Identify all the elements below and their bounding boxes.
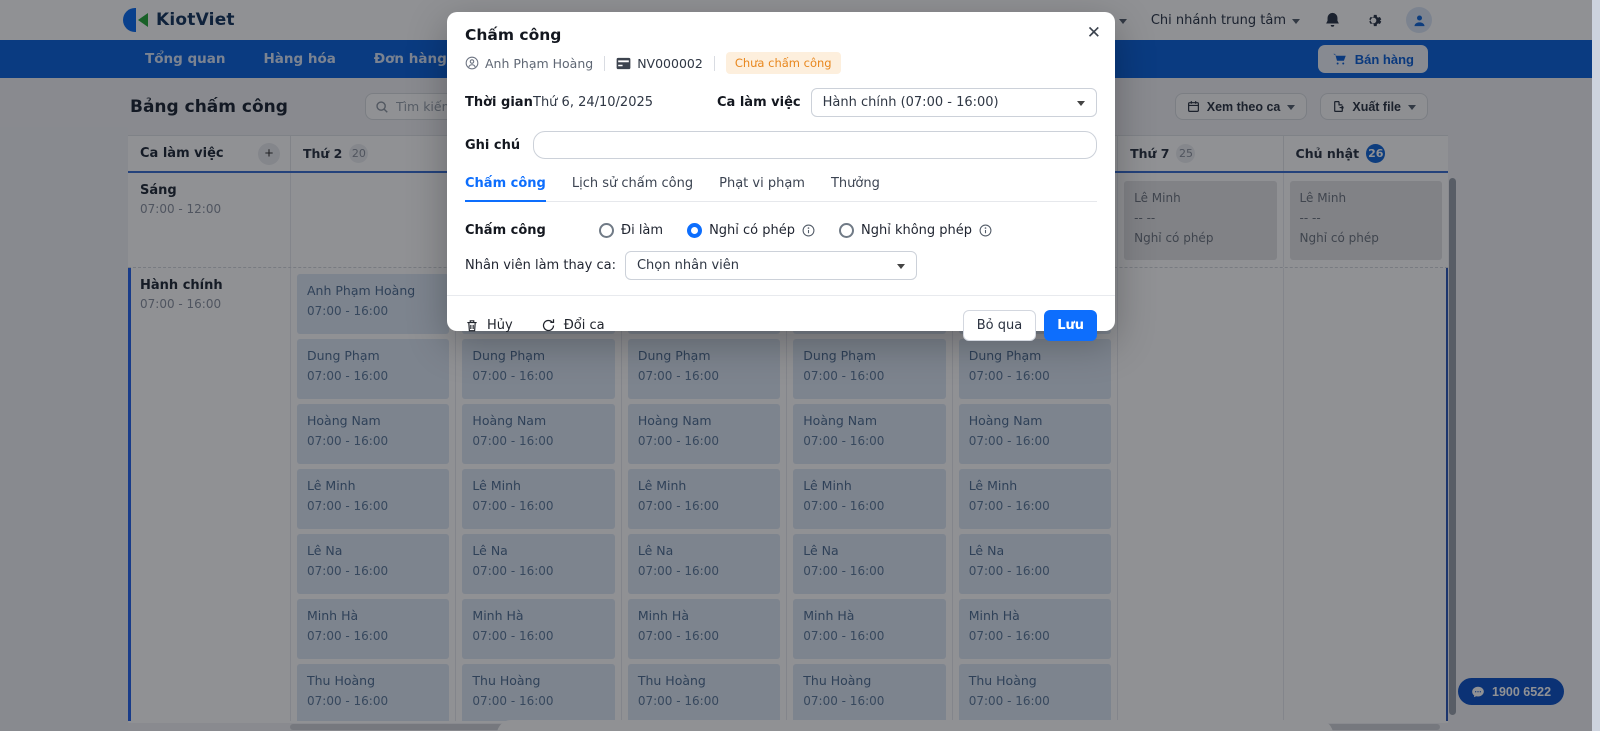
tab-thưởng[interactable]: Thưởng xyxy=(831,176,880,202)
person-icon xyxy=(465,56,479,70)
note-label: Ghi chú xyxy=(465,137,521,153)
save-button[interactable]: Lưu xyxy=(1044,309,1097,341)
info-icon xyxy=(802,224,815,237)
employee-code: NV000002 xyxy=(637,55,703,71)
substitute-select-value: Chọn nhân viên xyxy=(636,258,739,273)
close-icon[interactable]: ✕ xyxy=(1087,24,1101,41)
status-badge: Chưa chấm công xyxy=(725,52,841,74)
shift-select[interactable]: Hành chính (07:00 - 16:00) xyxy=(810,88,1097,117)
time-label: Thời gian xyxy=(465,95,533,110)
employee-name: Anh Phạm Hoàng xyxy=(485,55,594,71)
tab-chấm-công[interactable]: Chấm công xyxy=(465,176,546,202)
modal-employee-code: NV000002 xyxy=(616,56,703,71)
time-value: Thứ 6, 24/10/2025 xyxy=(533,95,654,110)
radio-circle xyxy=(687,223,703,238)
shift-label: Ca làm việc xyxy=(717,95,801,110)
attendance-label: Chấm công xyxy=(465,223,546,238)
trash-icon xyxy=(467,319,477,331)
delete-label: Hủy xyxy=(487,317,513,333)
swap-shift-icon xyxy=(542,318,554,331)
substitute-label: Nhân viên làm thay ca: xyxy=(465,258,616,273)
divider xyxy=(604,55,606,71)
modal-employee: Anh Phạm Hoàng xyxy=(465,56,593,71)
attendance-modal: Chấm công ✕ Anh Phạm Hoàng NV000002 Chưa… xyxy=(447,12,1115,341)
chevron-down-icon xyxy=(1077,101,1085,106)
modal-title: Chấm công xyxy=(465,26,562,44)
divider xyxy=(713,55,715,71)
radio-label: Đi làm xyxy=(621,223,664,238)
change-shift-label: Đổi ca xyxy=(563,317,605,333)
substitute-select[interactable]: Chọn nhân viên xyxy=(624,251,917,280)
tab-lịch-sử-chấm-công[interactable]: Lịch sử chấm công xyxy=(572,176,693,202)
info-icon xyxy=(979,224,992,237)
radio-nghỉ-không-phép[interactable]: Nghỉ không phép xyxy=(839,223,992,238)
note-input[interactable] xyxy=(533,131,1097,159)
radio-label: Nghỉ không phép xyxy=(861,223,973,238)
page: KiotViet Tiếng Việt Chi nhánh trung tâm xyxy=(0,0,1600,731)
radio-đi-làm[interactable]: Đi làm xyxy=(599,223,663,238)
radio-circle xyxy=(839,223,854,238)
delete-attendance-button[interactable]: Hủy xyxy=(465,318,513,333)
radio-nghỉ-có-phép[interactable]: Nghỉ có phép xyxy=(687,223,815,238)
chevron-down-icon xyxy=(896,264,905,269)
id-card-icon xyxy=(616,57,631,69)
skip-button[interactable]: Bỏ qua xyxy=(962,309,1037,341)
radio-circle xyxy=(599,223,614,238)
shift-select-value: Hành chính (07:00 - 16:00) xyxy=(822,95,999,110)
modal-tabs: Chấm công Lịch sử chấm công Phạt vi phạm Th… xyxy=(465,176,1097,202)
browser-scrollbar[interactable] xyxy=(1592,0,1600,731)
change-shift-button[interactable]: Đổi ca xyxy=(541,318,605,333)
radio-label: Nghỉ có phép xyxy=(709,223,795,238)
tab-phạt-vi-phạm[interactable]: Phạt vi phạm xyxy=(719,176,805,202)
modal-footer: Hủy Đổi ca Bỏ qua Lưu xyxy=(447,295,1115,345)
